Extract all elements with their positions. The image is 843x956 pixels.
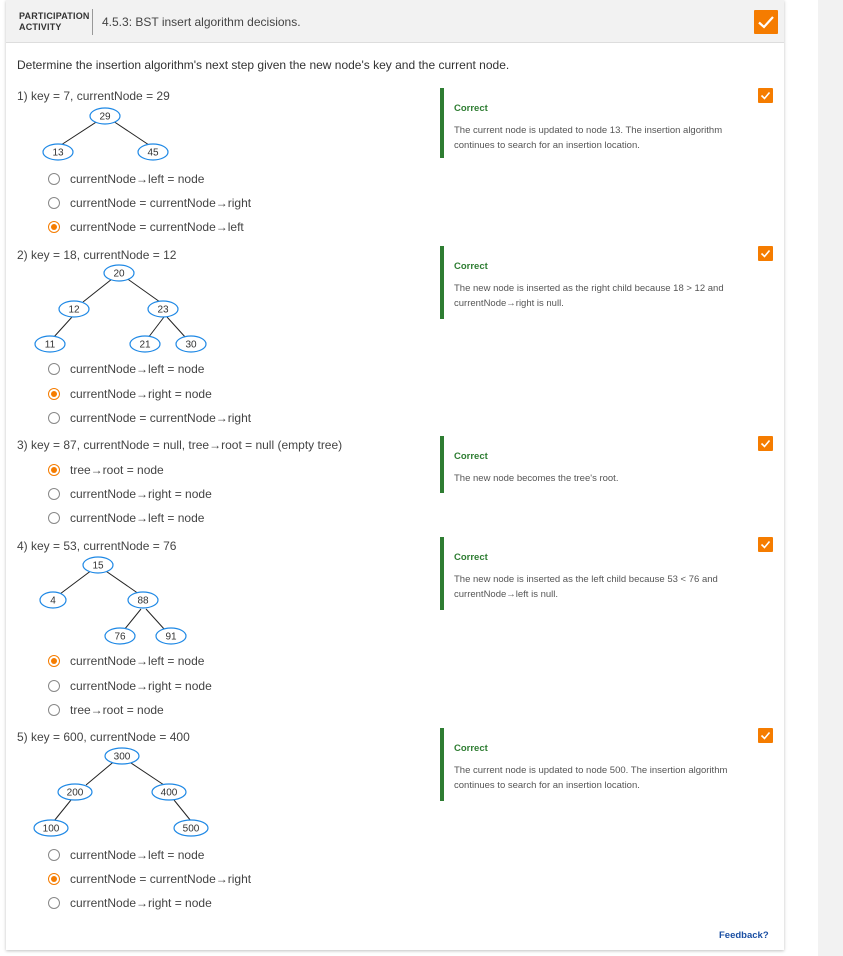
question-prompt: 3) key = 87, currentNode = null, tree→ro…: [17, 438, 343, 452]
answer-option-label: currentNode→left = node: [70, 362, 205, 376]
tree-node: 100: [43, 824, 60, 835]
answer-option-label: tree→root = node: [70, 703, 164, 717]
answer-option-label: currentNode→right = node: [70, 896, 212, 910]
tree-node: 21: [139, 340, 151, 351]
tree-node: 23: [157, 305, 169, 316]
feedback-title: Correct: [454, 261, 488, 272]
activity-type-line1: PARTICIPATION: [19, 11, 90, 21]
tree-node: 88: [137, 596, 149, 607]
tree-node: 30: [185, 340, 197, 351]
radio-button[interactable]: [48, 849, 60, 861]
answer-option-label: tree→root = node: [70, 463, 164, 477]
radio-button[interactable]: [48, 512, 60, 524]
radio-button-selected[interactable]: [48, 221, 60, 233]
activity-type-label: PARTICIPATION ACTIVITY: [19, 11, 90, 33]
right-scroll-area: [818, 0, 843, 956]
header-divider: [92, 9, 93, 35]
activity-title: 4.5.3: BST insert algorithm decisions.: [102, 15, 301, 29]
radio-button[interactable]: [48, 412, 60, 424]
tree-node: 20: [113, 269, 125, 280]
feedback-box: Correct The new node is inserted as the …: [440, 246, 743, 319]
activity-complete-check-icon: [754, 10, 778, 34]
feedback-text: The current node is updated to node 13. …: [454, 125, 723, 151]
instructions: Determine the insertion algorithm's next…: [17, 58, 510, 72]
bst-diagram: 15 4 88 76 91: [39, 556, 187, 645]
tree-node: 45: [147, 148, 159, 159]
radio-button-selected[interactable]: [48, 655, 60, 667]
feedback-title: Correct: [454, 552, 488, 563]
feedback-text: The new node is inserted as the left chi…: [454, 574, 718, 600]
question-prompt: 2) key = 18, currentNode = 12: [17, 248, 177, 262]
tree-node: 4: [50, 596, 56, 607]
tree-node: 400: [161, 788, 178, 799]
question-prompt: 4) key = 53, currentNode = 76: [17, 539, 177, 553]
bst-diagram: 300 200 400 100 500: [33, 747, 209, 837]
answer-option-label: currentNode→right = node: [70, 387, 212, 401]
radio-button-selected[interactable]: [48, 388, 60, 400]
tree-node: 76: [114, 632, 126, 643]
feedback-title: Correct: [454, 743, 488, 754]
answer-option-label: currentNode→left = node: [70, 654, 205, 668]
radio-button[interactable]: [48, 173, 60, 185]
tree-node: 12: [68, 305, 80, 316]
radio-button[interactable]: [48, 197, 60, 209]
answer-option-label: currentNode = currentNode→right: [70, 411, 252, 425]
answer-option-label: currentNode = currentNode→right: [70, 872, 252, 886]
answer-option-label: currentNode→left = node: [70, 172, 205, 186]
question-complete-check-icon: [758, 537, 773, 552]
tree-node: 11: [45, 340, 56, 351]
feedback-box: Correct The current node is updated to n…: [440, 88, 743, 158]
answer-option-label: currentNode→left = node: [70, 848, 205, 862]
feedback-title: Correct: [454, 103, 488, 114]
feedback-title: Correct: [454, 451, 488, 462]
tree-node: 500: [183, 824, 200, 835]
tree-node: 200: [67, 788, 84, 799]
radio-button[interactable]: [48, 704, 60, 716]
question-complete-check-icon: [758, 728, 773, 743]
tree-node: 29: [99, 112, 111, 123]
question-complete-check-icon: [758, 436, 773, 451]
bst-diagram: 20 12 23 11 21 30: [34, 264, 207, 353]
radio-button-selected[interactable]: [48, 873, 60, 885]
tree-node: 13: [52, 148, 64, 159]
answer-option-label: currentNode→right = node: [70, 679, 212, 693]
participation-activity-card: PARTICIPATION ACTIVITY 4.5.3: BST insert…: [6, 0, 784, 950]
question-complete-check-icon: [758, 246, 773, 261]
feedback-text: The current node is updated to node 500.…: [454, 765, 728, 791]
tree-node: 91: [165, 632, 177, 643]
radio-button[interactable]: [48, 363, 60, 375]
answer-option-label: currentNode→left = node: [70, 511, 205, 525]
feedback-box: Correct The new node is inserted as the …: [440, 537, 743, 610]
feedback-box: Correct The current node is updated to n…: [440, 728, 743, 801]
activity-type-line2: ACTIVITY: [19, 22, 62, 32]
bst-diagram: 29 13 45: [42, 107, 169, 161]
radio-button-selected[interactable]: [48, 464, 60, 476]
radio-button[interactable]: [48, 488, 60, 500]
answer-option-label: currentNode→right = node: [70, 487, 212, 501]
question-complete-check-icon: [758, 88, 773, 103]
tree-node: 300: [114, 752, 131, 763]
feedback-box: Correct The new node becomes the tree's …: [440, 436, 743, 493]
radio-button[interactable]: [48, 680, 60, 692]
radio-button[interactable]: [48, 897, 60, 909]
tree-node: 15: [92, 561, 104, 572]
answer-option-label: currentNode = currentNode→right: [70, 196, 252, 210]
feedback-text: The new node is inserted as the right ch…: [454, 283, 724, 309]
question-prompt: 1) key = 7, currentNode = 29: [17, 89, 170, 103]
activity-header: PARTICIPATION ACTIVITY 4.5.3: BST insert…: [6, 0, 784, 43]
feedback-text: The new node becomes the tree's root.: [454, 473, 619, 484]
question-prompt: 5) key = 600, currentNode = 400: [17, 730, 190, 744]
answer-option-label: currentNode = currentNode→left: [70, 220, 244, 234]
feedback-link[interactable]: Feedback?: [719, 930, 769, 941]
